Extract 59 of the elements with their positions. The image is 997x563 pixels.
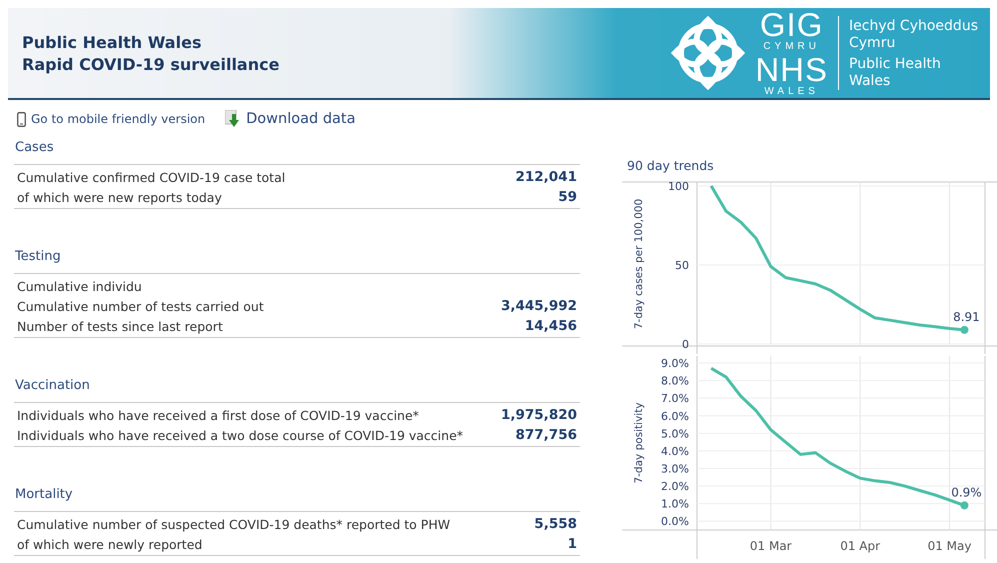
end-point [960,326,968,334]
axis-title: 7-day positivity [633,402,645,484]
value-label: 0.9% [951,485,982,500]
section-title: Vaccination [14,378,91,395]
axis-tick-label: 0 [682,338,689,351]
row-label: Individuals who have received a two dose course of COVID-19 vaccine* [17,428,464,442]
axis-tick-label: 5.0% [661,427,689,440]
row-value: 212,041 [516,169,577,185]
axis-tick-label: 0.0% [661,515,689,528]
row-value: 1 [568,536,577,552]
axis-tick-label: 8.0% [661,374,689,388]
axis-tick-label: 6.0% [661,410,689,423]
axis-tick-label: 7.0% [661,392,689,406]
axis-tick-label: 9.0% [661,357,689,370]
row-label: of which were new reports today [17,190,222,204]
row-value: 1,975,820 [500,407,577,423]
phone-icon [17,112,26,126]
row-label: Individuals who have received a first dose of COVID-19 vaccine* [17,408,419,422]
axis-tick-label: 01 May [928,539,972,553]
logo-text: CYMRU [763,42,820,52]
download-icon [225,110,242,128]
axis-tick-label: 100 [668,180,689,193]
row-label: Cumulative confirmed COVID-19 case total [17,170,286,184]
nav-link[interactable]: Go to mobile friendly version [17,112,206,126]
axis-tick-label: 01 Mar [750,539,792,553]
logo-text: Iechyd Cyhoeddus [849,18,978,34]
knot-logo-icon [671,16,746,90]
axis-tick-label: 01 Apr [840,539,880,553]
logo-text: WALES [764,87,819,97]
row-value: 3,445,992 [500,298,577,314]
axis-tick-label: 3.0% [661,462,689,476]
row-label: Number of tests since last report [17,318,223,334]
value-label: 8.91 [953,310,980,324]
logo-text: Wales [849,72,892,88]
axis-title: 7-day cases per 100,000 [633,198,645,330]
row-label: Cumulative number of suspected COVID-19 deaths* reported to PHW [17,516,450,532]
row-value: 5,558 [534,516,577,532]
row-value: 877,756 [516,427,577,443]
end-point [960,501,968,510]
page-title: Public Health Wales [22,32,202,52]
section-title: Testing [14,249,62,266]
axis-tick-label: 2.0% [661,480,689,494]
nav-link[interactable]: Download data [225,110,356,128]
axis-tick-label: 50 [675,258,689,272]
axis-tick-label: 4.0% [661,444,689,458]
row-value: 14,456 [524,318,577,334]
logo-text: Public Health [849,56,942,72]
axis-tick-label: 1.0% [661,498,689,511]
logo-text: Cymru [849,34,896,50]
logo-text: NHS [755,53,828,86]
row-value: 59 [558,189,577,205]
logo-text: GIG [760,8,824,41]
section-title: Mortality [14,487,74,504]
page-title: Rapid COVID-19 surveillance [22,54,280,74]
row-label: Cumulative individu [17,278,142,294]
row-label: of which were newly reported [17,536,202,552]
chart-title: 90 day trends [626,158,715,175]
section-title: Cases [14,140,55,157]
row-label: Cumulative number of tests carried out [17,298,264,314]
